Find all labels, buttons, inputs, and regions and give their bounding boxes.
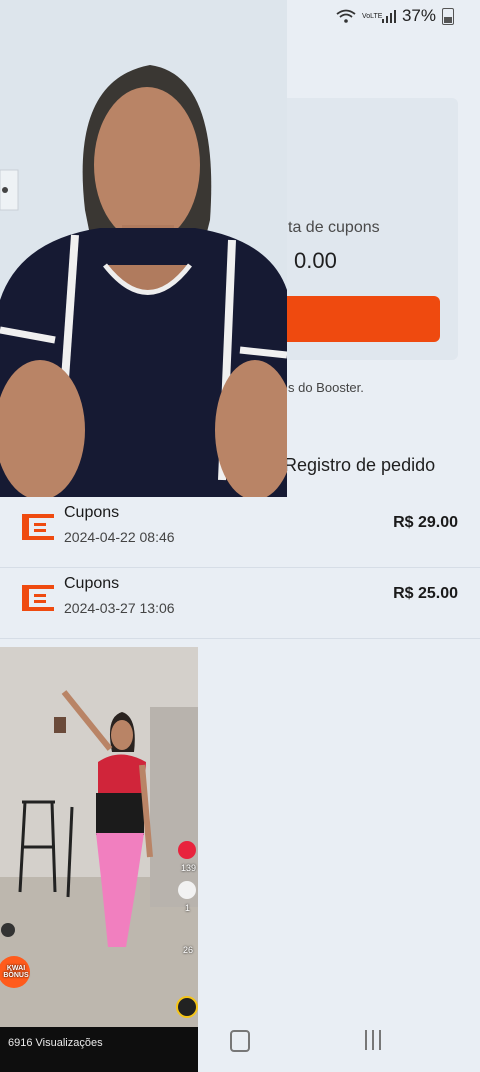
order-list: Cupons 2024-04-22 08:46 R$ 29.00 Cupons … <box>0 497 480 639</box>
coupon-value: 0.00 <box>294 248 337 273</box>
order-title: Cupons <box>64 504 120 521</box>
kwai-bonus-badge[interactable]: KWAI BÔNUS <box>2 965 30 979</box>
order-amount: R$ 29.00 <box>393 514 458 531</box>
views-strip: 6916 Visualizações <box>0 1027 198 1072</box>
wifi-icon <box>336 9 356 23</box>
share-count: 26 <box>183 945 194 955</box>
battery-percent: 37% <box>401 6 436 25</box>
order-record-title: Registro de pedido <box>284 455 436 475</box>
coupon-label: ta de cupons <box>288 219 380 236</box>
like-count: 139 <box>181 863 197 873</box>
recent-apps-button[interactable] <box>365 1030 381 1050</box>
coupon-icon <box>22 514 54 540</box>
booster-text: s do Booster. <box>288 380 364 395</box>
video-overlay-top[interactable] <box>0 0 287 497</box>
order-date: 2024-04-22 08:46 <box>64 529 175 545</box>
video-frame-person <box>0 0 287 497</box>
video-overlay-bottom[interactable]: 139 1 26 KWAI BÔNUS <box>0 647 198 1027</box>
signal-icon <box>381 10 396 23</box>
order-date: 2024-03-27 13:06 <box>64 600 175 616</box>
battery-icon <box>442 7 454 25</box>
coupon-icon <box>22 585 54 611</box>
network-type-label: VoLTE <box>361 12 383 20</box>
order-row[interactable]: Cupons 2024-04-22 08:46 R$ 29.00 <box>0 497 480 568</box>
order-row[interactable]: Cupons 2024-03-27 13:06 R$ 25.00 <box>0 568 480 639</box>
system-nav-bar <box>198 1012 480 1072</box>
status-icons: VoLTE 37% <box>336 6 454 26</box>
redeem-button[interactable] <box>270 296 440 342</box>
comment-count: 1 <box>185 903 191 913</box>
views-count: 6916 Visualizações <box>8 1037 103 1049</box>
order-title: Cupons <box>64 575 120 592</box>
home-button[interactable] <box>230 1030 250 1052</box>
order-amount: R$ 25.00 <box>393 585 458 602</box>
